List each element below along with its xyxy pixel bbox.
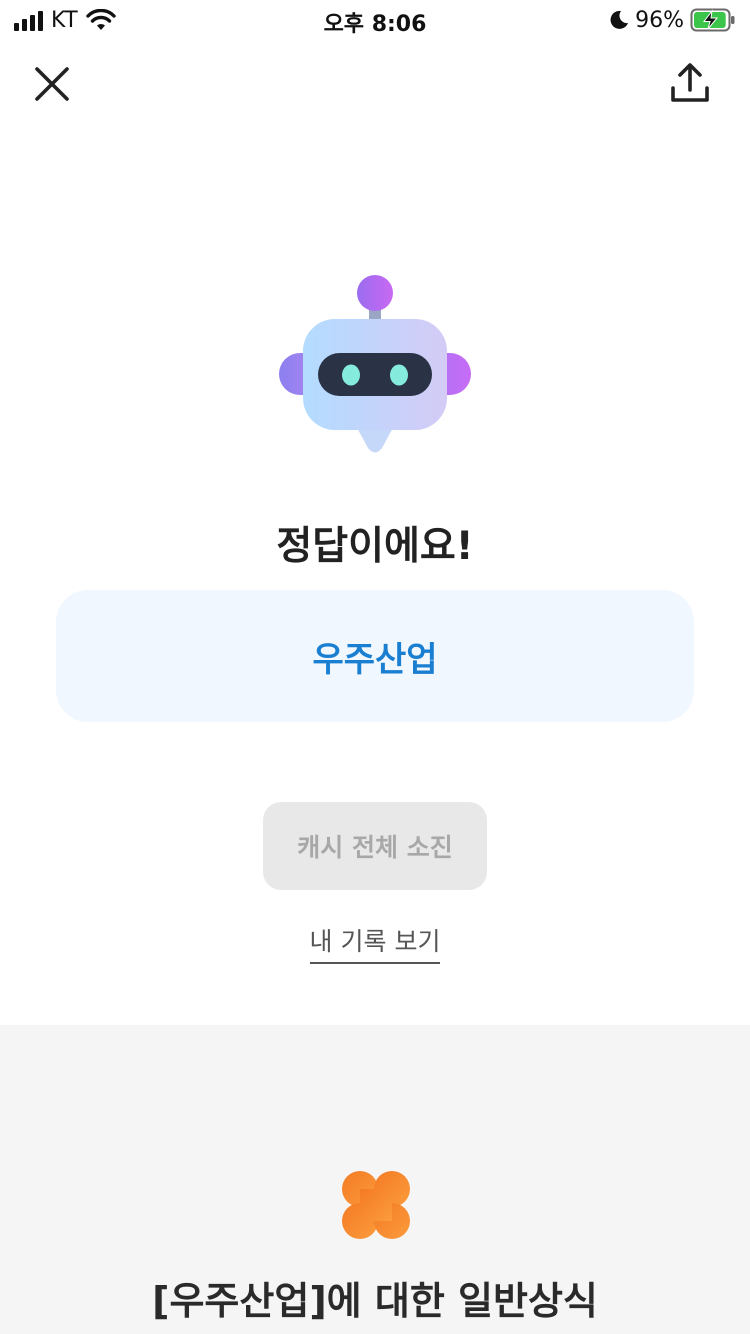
clover-icon xyxy=(342,1171,410,1239)
use-all-cash-button[interactable]: 캐시 전체 소진 xyxy=(263,802,487,890)
robot-mascot-icon xyxy=(279,275,471,453)
status-bar: KT 오후 8:06 96% xyxy=(0,0,750,40)
battery-percent: 96% xyxy=(635,7,684,33)
close-button[interactable] xyxy=(28,60,76,108)
quiz-result-screen: KT 오후 8:06 96% 정답이에요! 우주산업 캐시 전체 소진 내 기록… xyxy=(0,0,750,1334)
share-upload-icon xyxy=(671,63,709,102)
close-icon xyxy=(35,67,69,101)
result-title: 정답이에요! xyxy=(276,524,474,569)
answer-card: 우주산업 xyxy=(56,590,694,722)
answer-text: 우주산업 xyxy=(312,639,438,680)
moon-icon xyxy=(610,10,629,29)
history-link-row: 내 기록 보기 xyxy=(0,922,750,964)
share-button[interactable] xyxy=(666,60,714,108)
view-history-link[interactable]: 내 기록 보기 xyxy=(309,922,441,964)
general-knowledge-section: [우주산업]에 대한 일반상식 xyxy=(0,1025,750,1334)
battery-charging-icon xyxy=(690,8,735,32)
status-right: 96% xyxy=(609,6,736,34)
section-title: [우주산업]에 대한 일반상식 xyxy=(152,1279,598,1323)
